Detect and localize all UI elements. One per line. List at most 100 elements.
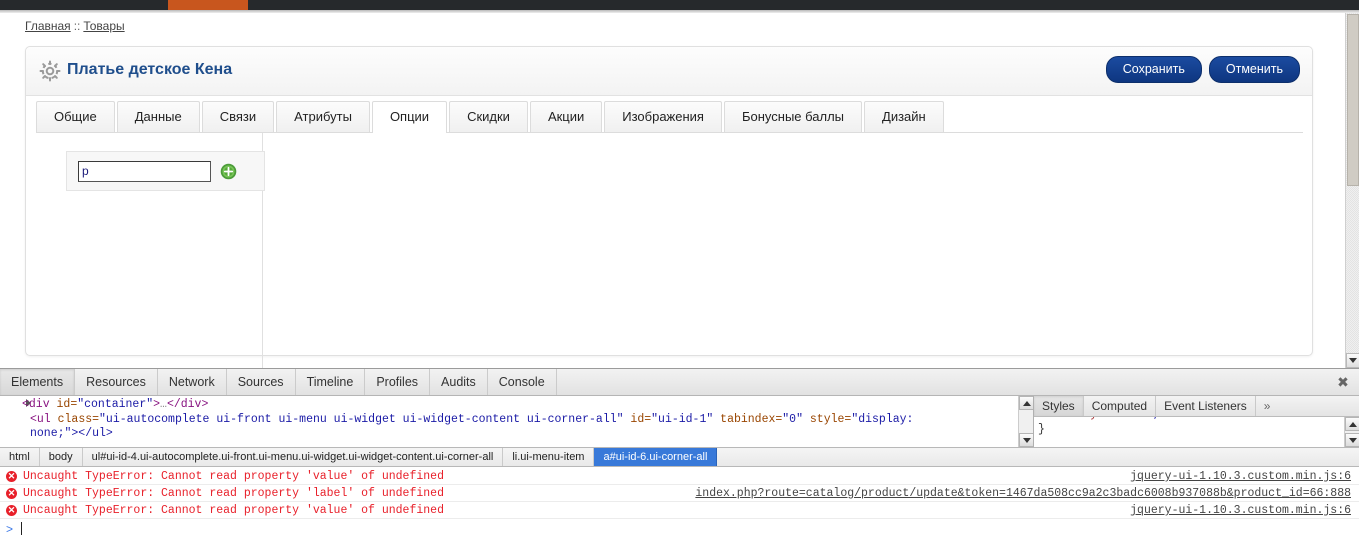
chevron-down-icon <box>1349 358 1357 363</box>
devtools-tab-console[interactable]: Console <box>488 369 557 395</box>
dom-ul-tabindex-value: "0" <box>782 412 803 426</box>
crumb-li[interactable]: li.ui-menu-item <box>503 448 595 466</box>
console-message-text: Uncaught TypeError: Cannot read property… <box>23 503 444 517</box>
chevron-down-icon <box>1348 437 1357 443</box>
dom-tree[interactable]: <div id="container">…</div> <ul class="u… <box>0 396 1018 447</box>
save-button[interactable]: Сохранить <box>1105 56 1202 83</box>
console-message-text: Uncaught TypeError: Cannot read property… <box>23 469 444 483</box>
dom-ul-style-value: "display: <box>851 412 914 426</box>
devtools-tab-resources[interactable]: Resources <box>75 369 158 395</box>
devtools-tab-elements[interactable]: Elements <box>0 369 76 395</box>
dom-tag-end: </div> <box>166 398 209 411</box>
devtools-tab-network[interactable]: Network <box>158 369 227 395</box>
breadcrumb: Главная:: Товары <box>25 19 125 33</box>
page-scrollbar[interactable] <box>1345 13 1359 368</box>
console-message[interactable]: ✕ Uncaught TypeError: Cannot read proper… <box>0 485 1359 502</box>
dom-ul-class-value: "ui-autocomplete ui-front ui-menu ui-wid… <box>99 412 624 426</box>
close-icon[interactable]: ✖ <box>1334 373 1352 391</box>
tab-discounts[interactable]: Скидки <box>449 101 528 132</box>
dom-scroll-down-button[interactable] <box>1019 433 1034 447</box>
tab-specials[interactable]: Акции <box>529 101 603 132</box>
devtools-tab-timeline[interactable]: Timeline <box>296 369 366 395</box>
devtools-tab-sources[interactable]: Sources <box>227 369 296 395</box>
dom-breadcrumb: html body ul#ui-id-4.ui-autocomplete.ui-… <box>0 447 1359 467</box>
page-scroll-down-button[interactable] <box>1346 353 1359 368</box>
dom-ul-id-name: id= <box>623 412 652 426</box>
crumb-anchor[interactable]: a#ui-id-6.ui-corner-all <box>594 448 718 466</box>
tab-options[interactable]: Опции <box>371 101 448 133</box>
dom-ellipsis[interactable]: … <box>160 398 167 411</box>
dom-node-autocomplete-ul[interactable]: <ul class="ui-autocomplete ui-front ui-m… <box>0 413 1018 428</box>
console-message[interactable]: ✕ Uncaught TypeError: Cannot read proper… <box>0 502 1359 519</box>
dom-ul-tabindex-name: tabindex= <box>713 412 783 426</box>
dom-tag-open: <div <box>22 398 50 411</box>
dom-ul-style-value-cont: none;"></ul> <box>30 427 113 440</box>
style-rule-clipped[interactable]: list-style: none; <box>1042 417 1159 421</box>
crumb-ul[interactable]: ul#ui-id-4.ui-autocomplete.ui-front.ui-m… <box>83 448 504 466</box>
prompt-caret-icon: > <box>6 521 14 536</box>
dom-tag-close: > <box>153 398 161 411</box>
cancel-button[interactable]: Отменить <box>1208 56 1300 83</box>
dom-ul-style-name: style= <box>803 412 852 426</box>
chevron-down-icon <box>1022 437 1031 443</box>
page-title: Платье детское Кена <box>67 61 233 78</box>
page-scrollbar-track[interactable] <box>1346 13 1359 353</box>
devtools-tab-audits[interactable]: Audits <box>430 369 488 395</box>
tab-links[interactable]: Связи <box>201 101 275 132</box>
styles-scrollbar[interactable] <box>1344 417 1359 447</box>
console-message-source-link[interactable]: jquery-ui-1.10.3.custom.min.js:6 <box>1130 504 1351 517</box>
console-panel: ✕ Uncaught TypeError: Cannot read proper… <box>0 468 1359 536</box>
devtools-tab-profiles[interactable]: Profiles <box>365 369 431 395</box>
option-autocomplete-box <box>66 151 265 191</box>
tab-attributes[interactable]: Атрибуты <box>276 101 370 132</box>
crumb-body[interactable]: body <box>40 448 83 466</box>
tab-general[interactable]: Общие <box>36 101 115 132</box>
page-scrollbar-thumb[interactable] <box>1347 14 1359 186</box>
error-icon: ✕ <box>6 470 17 482</box>
styles-sidebar: Styles Computed Event Listeners » list-s… <box>1033 396 1359 447</box>
tab-reward-points[interactable]: Бонусные баллы <box>723 101 863 132</box>
dom-attr-name: id= <box>49 398 78 411</box>
dom-attr-value: "container" <box>77 398 154 411</box>
devtools-tabbar: Elements Resources Network Sources Timel… <box>0 369 1359 396</box>
breadcrumb-products-link[interactable]: Товары <box>83 19 124 33</box>
tab-images[interactable]: Изображения <box>604 101 722 132</box>
product-tabs: Общие Данные Связи Атрибуты Опции Скидки… <box>36 100 946 133</box>
browser-active-tab[interactable] <box>168 0 248 10</box>
error-icon: ✕ <box>6 487 17 499</box>
styles-scroll-up-button[interactable] <box>1345 417 1359 431</box>
crumb-html[interactable]: html <box>0 448 40 466</box>
tab-data[interactable]: Данные <box>116 101 200 132</box>
console-message-text: Uncaught TypeError: Cannot read property… <box>23 486 444 500</box>
chevron-up-icon <box>1022 400 1031 406</box>
style-property-value: none; <box>1118 417 1160 421</box>
add-circle-icon[interactable] <box>220 163 237 180</box>
console-prompt[interactable]: > <box>0 519 1359 538</box>
panel-header: Платье детское Кена Сохранить Отменить <box>26 47 1312 96</box>
dom-ul-tag-open: <ul <box>30 412 51 426</box>
dom-node-autocomplete-ul-cont[interactable]: none;"></ul> <box>0 427 1018 442</box>
console-message[interactable]: ✕ Uncaught TypeError: Cannot read proper… <box>0 468 1359 485</box>
dom-node-container[interactable]: <div id="container">…</div> <box>0 398 1018 413</box>
devtools-panel: Elements Resources Network Sources Timel… <box>0 368 1359 560</box>
tab-design[interactable]: Дизайн <box>864 101 944 132</box>
style-property-name: list-style: <box>1042 417 1118 421</box>
sidebar-tab-computed[interactable]: Computed <box>1084 396 1157 416</box>
styles-scroll-down-button[interactable] <box>1345 433 1359 447</box>
dom-scroll-up-button[interactable] <box>1019 396 1034 410</box>
options-tab-panel <box>36 133 1303 368</box>
console-message-source-link[interactable]: index.php?route=catalog/product/update&t… <box>695 487 1351 500</box>
sidebar-tab-event-listeners[interactable]: Event Listeners <box>1156 396 1256 416</box>
console-message-source-link[interactable]: jquery-ui-1.10.3.custom.min.js:6 <box>1130 470 1351 483</box>
gear-icon <box>39 60 61 82</box>
dom-tree-scrollbar[interactable] <box>1018 396 1034 447</box>
styles-sidebar-tabbar: Styles Computed Event Listeners » <box>1034 396 1359 417</box>
style-rule-closing-brace: } <box>1038 423 1045 436</box>
styles-rules-list[interactable]: list-style: none; } <box>1034 417 1359 447</box>
breadcrumb-home-link[interactable]: Главная <box>25 19 71 33</box>
devtools-main-split: <div id="container">…</div> <ul class="u… <box>0 396 1359 447</box>
sidebar-tab-styles[interactable]: Styles <box>1034 396 1084 416</box>
sidebar-overflow-button[interactable]: » <box>1256 396 1279 416</box>
option-search-input[interactable] <box>78 160 211 182</box>
dom-ul-class-name: class= <box>50 412 100 426</box>
